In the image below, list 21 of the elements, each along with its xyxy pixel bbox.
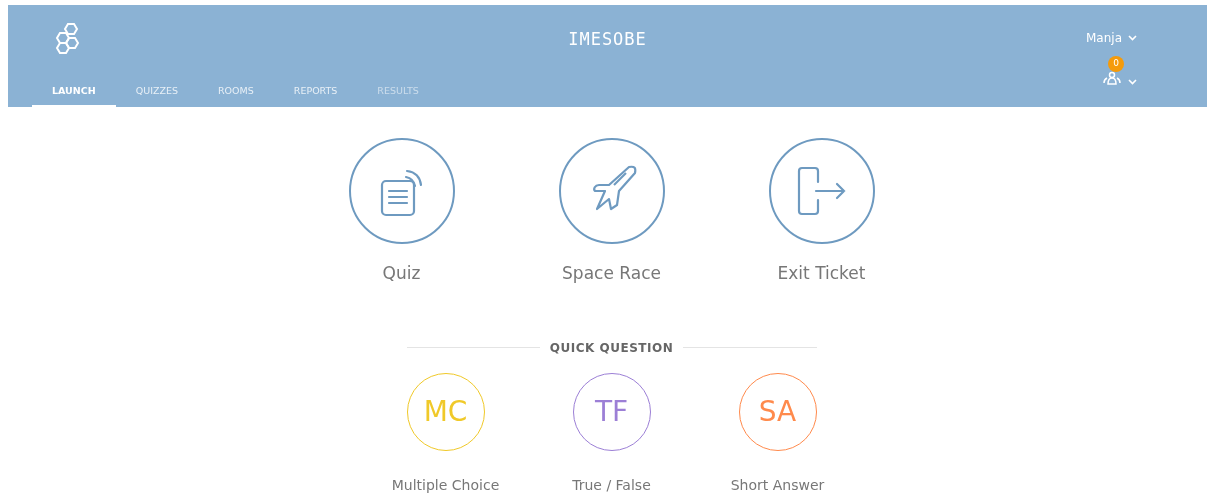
nav-tab[interactable]: ROOMS (198, 77, 274, 107)
nav-tab[interactable]: LAUNCH (32, 77, 116, 107)
launch-button[interactable] (348, 138, 455, 244)
launch-button[interactable] (768, 138, 875, 244)
launch-label[interactable]: Exit Ticket (777, 261, 866, 287)
question-type-label[interactable]: Short Answer (730, 474, 825, 496)
caret-icon (1128, 79, 1137, 85)
user-menu[interactable]: Manja (1086, 29, 1137, 47)
question-type-label[interactable]: Multiple Choice (391, 474, 500, 496)
nav-tab[interactable]: QUIZZES (115, 77, 198, 107)
question-type-label[interactable]: True / False (572, 474, 651, 496)
launch-button[interactable] (558, 138, 665, 244)
launch-label[interactable]: Space Race (562, 261, 661, 287)
launch-label[interactable]: Quiz (382, 261, 421, 287)
caret-icon (1128, 35, 1137, 41)
app-title: IMESOBE (568, 28, 647, 51)
nav-tab[interactable]: REPORTS (273, 77, 358, 107)
notification-badge: 0 (1108, 56, 1124, 72)
section-heading: QUICK QUESTION (548, 339, 675, 357)
people-icon (1101, 71, 1123, 85)
classroom-menu[interactable] (1101, 71, 1137, 85)
